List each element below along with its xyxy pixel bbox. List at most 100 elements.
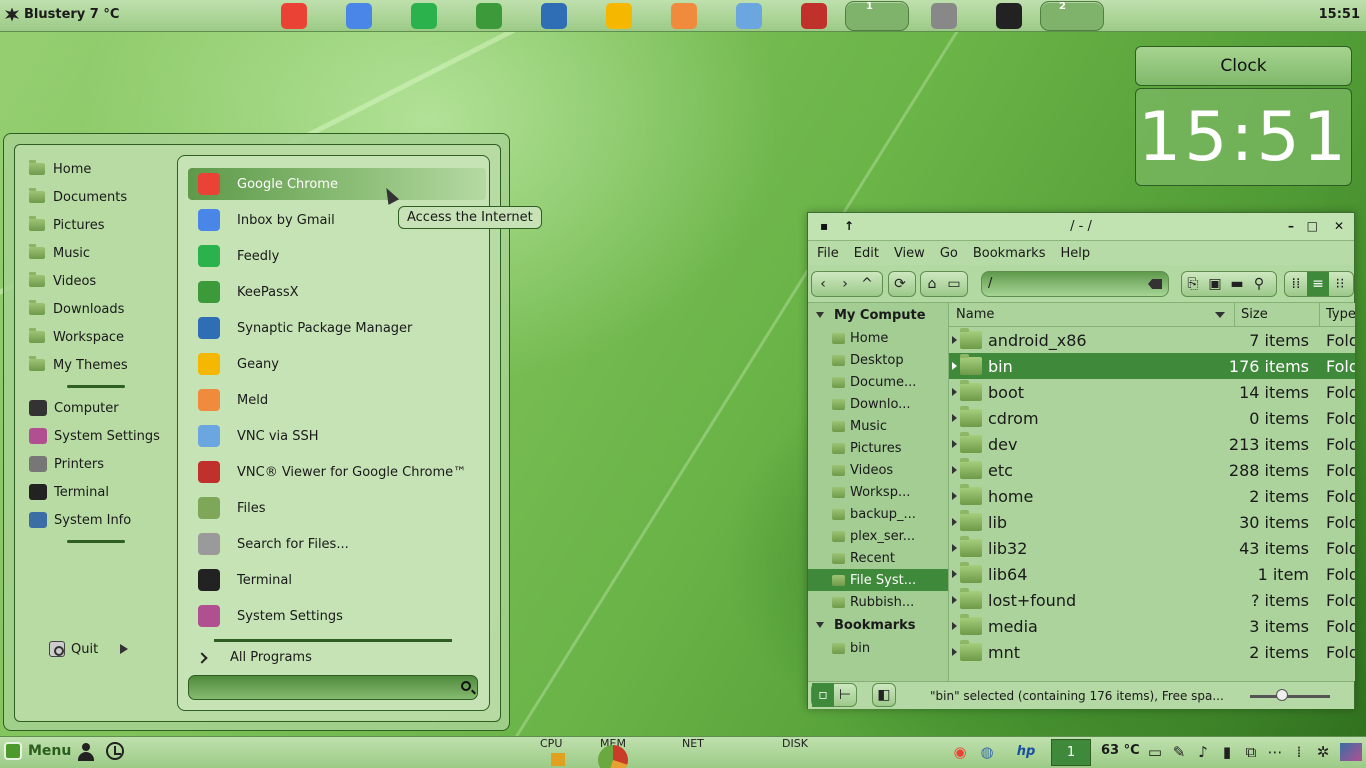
- sidebar-item[interactable]: Home: [808, 327, 948, 349]
- menu-help[interactable]: Help: [1060, 246, 1090, 261]
- sidebar-item[interactable]: backup_...: [808, 503, 948, 525]
- menu-button[interactable]: Menu: [4, 742, 71, 760]
- app-vnc-via-ssh[interactable]: VNC via SSH: [188, 420, 486, 452]
- synaptic-icon[interactable]: [541, 3, 567, 29]
- all-programs-button[interactable]: All Programs: [196, 650, 312, 665]
- sidebar-item[interactable]: Desktop: [808, 349, 948, 371]
- close-icon[interactable]: ✕: [1334, 219, 1344, 233]
- app-feedly[interactable]: Feedly: [188, 240, 486, 272]
- forward-icon[interactable]: ›: [834, 272, 856, 296]
- app-search-for-files[interactable]: Search for Files...: [188, 528, 486, 560]
- app-geany[interactable]: Geany: [188, 348, 486, 380]
- places-sidebar-icon[interactable]: ▫: [812, 683, 834, 707]
- table-row[interactable]: dev 213 items Fold: [949, 431, 1355, 457]
- window-button-settings[interactable]: 2: [1040, 1, 1104, 31]
- apps-grid-icon[interactable]: ⁞: [1290, 743, 1308, 761]
- disk-monitor[interactable]: DISK: [782, 737, 808, 750]
- tools-icon[interactable]: ✎: [1170, 743, 1188, 761]
- expander-icon[interactable]: [952, 362, 957, 370]
- cpu-monitor[interactable]: CPU: [540, 737, 562, 750]
- menu-bookmarks[interactable]: Bookmarks: [973, 246, 1046, 261]
- expander-icon[interactable]: [952, 596, 957, 604]
- place-videos[interactable]: Videos: [29, 267, 179, 295]
- compact-view-icon[interactable]: ⁝⁝: [1329, 272, 1351, 296]
- place-pictures[interactable]: Pictures: [29, 211, 179, 239]
- keepassx-icon[interactable]: [476, 3, 502, 29]
- bookmark-item[interactable]: bin: [808, 637, 948, 659]
- sidebar-heading-computer[interactable]: My Compute: [808, 303, 948, 327]
- table-row[interactable]: lib64 1 item Fold: [949, 561, 1355, 587]
- geany-icon[interactable]: [606, 3, 632, 29]
- table-row[interactable]: android_x86 7 items Fold: [949, 327, 1355, 353]
- expander-icon[interactable]: [952, 388, 957, 396]
- expander-icon[interactable]: [952, 336, 957, 344]
- system-item-printers[interactable]: Printers: [29, 450, 179, 478]
- hp-icon[interactable]: hp: [1014, 743, 1038, 761]
- system-item-terminal[interactable]: Terminal: [29, 478, 179, 506]
- network-globe-icon[interactable]: ◍: [978, 743, 996, 761]
- app-synaptic-package-manager[interactable]: Synaptic Package Manager: [188, 312, 486, 344]
- up-icon[interactable]: ^: [856, 272, 878, 296]
- table-row[interactable]: lib 30 items Fold: [949, 509, 1355, 535]
- chrome-icon[interactable]: [281, 3, 307, 29]
- sidebar-item[interactable]: Rubbish...: [808, 591, 948, 613]
- sidebar-item[interactable]: Music: [808, 415, 948, 437]
- place-home[interactable]: Home: [29, 155, 179, 183]
- sidebar-item[interactable]: Worksp...: [808, 481, 948, 503]
- sidebar-item[interactable]: Docume...: [808, 371, 948, 393]
- vnc-viewer-icon[interactable]: [801, 3, 827, 29]
- menu-edit[interactable]: Edit: [854, 246, 879, 261]
- app-keepassx[interactable]: KeePassX: [188, 276, 486, 308]
- inbox-gmail-icon[interactable]: [346, 3, 372, 29]
- column-divider[interactable]: [1319, 303, 1320, 327]
- table-row[interactable]: mnt 2 items Fold: [949, 639, 1355, 665]
- system-item-system-settings[interactable]: System Settings: [29, 422, 179, 450]
- expander-icon[interactable]: [952, 414, 957, 422]
- system-item-system-info[interactable]: System Info: [29, 506, 179, 534]
- feedly-icon[interactable]: [411, 3, 437, 29]
- home-icon[interactable]: ⌂: [921, 272, 943, 296]
- expander-icon[interactable]: [952, 570, 957, 578]
- sidebar-item[interactable]: plex_ser...: [808, 525, 948, 547]
- app-system-settings[interactable]: System Settings: [188, 600, 486, 632]
- computer-icon[interactable]: ▭: [943, 272, 965, 296]
- reload-button[interactable]: ⟳: [888, 271, 916, 297]
- hide-sidebar-button[interactable]: ◧: [872, 683, 896, 707]
- window-menu-icon[interactable]: ▪: [820, 219, 828, 233]
- system-item-computer[interactable]: Computer: [29, 394, 179, 422]
- column-name[interactable]: Name: [956, 307, 994, 322]
- expander-icon[interactable]: [952, 648, 957, 656]
- location-input[interactable]: /: [981, 271, 1169, 297]
- sidebar-item[interactable]: Recent: [808, 547, 948, 569]
- menu-search-input[interactable]: [188, 675, 478, 700]
- window-button-files[interactable]: 1: [845, 1, 909, 31]
- meld-icon[interactable]: [671, 3, 697, 29]
- battery-icon[interactable]: ▮: [1218, 743, 1236, 761]
- sidebar-item[interactable]: Pictures: [808, 437, 948, 459]
- sidebar-item[interactable]: Downlo...: [808, 393, 948, 415]
- menu-go[interactable]: Go: [940, 246, 958, 261]
- app-files[interactable]: Files: [188, 492, 486, 524]
- place-downloads[interactable]: Downloads: [29, 295, 179, 323]
- windows-icon[interactable]: ⧉: [1242, 743, 1260, 761]
- place-my-themes[interactable]: My Themes: [29, 351, 179, 379]
- app-terminal[interactable]: Terminal: [188, 564, 486, 596]
- icon-view-icon[interactable]: ⁞⁞: [1285, 272, 1307, 296]
- maximize-icon[interactable]: □: [1307, 219, 1318, 233]
- settings-icon[interactable]: ✲: [1314, 743, 1332, 761]
- table-row[interactable]: cdrom 0 items Fold: [949, 405, 1355, 431]
- table-row[interactable]: bin 176 items Fold: [949, 353, 1355, 379]
- terminal-icon[interactable]: ▣: [1204, 272, 1226, 296]
- table-row[interactable]: boot 14 items Fold: [949, 379, 1355, 405]
- menu-file[interactable]: File: [817, 246, 839, 261]
- table-row[interactable]: etc 288 items Fold: [949, 457, 1355, 483]
- expander-icon[interactable]: [952, 466, 957, 474]
- more-icon[interactable]: ⋯: [1266, 743, 1284, 761]
- sidebar-heading-bookmarks[interactable]: Bookmarks: [808, 613, 948, 637]
- history-icon[interactable]: [106, 742, 124, 760]
- table-row[interactable]: lib32 43 items Fold: [949, 535, 1355, 561]
- zoom-slider-handle[interactable]: [1276, 689, 1288, 701]
- table-row[interactable]: home 2 items Fold: [949, 483, 1355, 509]
- menu-view[interactable]: View: [894, 246, 925, 261]
- column-divider[interactable]: [1234, 303, 1235, 327]
